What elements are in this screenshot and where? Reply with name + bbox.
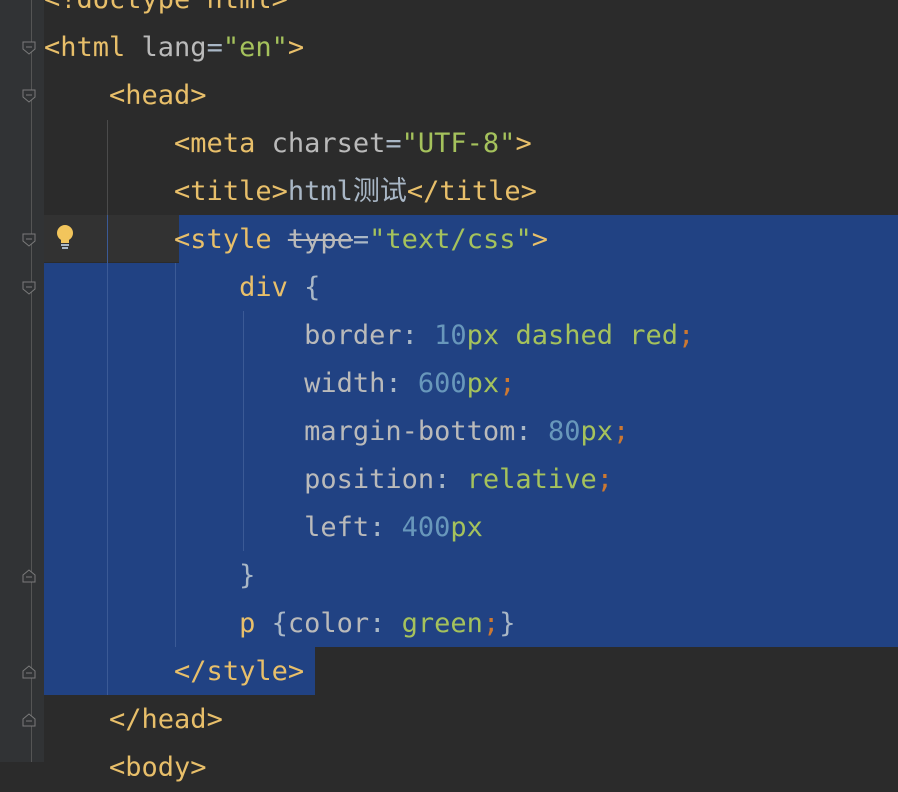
- code-token: "text/css": [369, 224, 532, 255]
- code-line[interactable]: position: relative;: [44, 456, 613, 504]
- code-token: ;: [612, 416, 630, 447]
- code-token: :: [434, 464, 467, 495]
- editor-gutter: [0, 0, 44, 762]
- fold-marker-icon[interactable]: [22, 41, 36, 55]
- code-line[interactable]: <body>: [44, 744, 207, 792]
- code-token: >: [531, 224, 548, 255]
- code-line[interactable]: left: 400px: [44, 504, 483, 552]
- code-line[interactable]: <meta charset="UTF-8">: [44, 120, 532, 168]
- code-token: <head>: [109, 80, 207, 111]
- code-token: position: [304, 464, 435, 495]
- fold-marker-icon[interactable]: [22, 233, 36, 247]
- fold-marker-icon[interactable]: [22, 665, 36, 679]
- code-line[interactable]: width: 600px;: [44, 360, 515, 408]
- code-token: p: [239, 608, 256, 639]
- code-line[interactable]: div {: [44, 264, 320, 312]
- code-token: <!doctype html>: [44, 0, 288, 15]
- code-line[interactable]: <title>html测试</title>: [44, 168, 537, 216]
- code-token: relative: [466, 464, 597, 495]
- code-token: :: [369, 512, 402, 543]
- code-line[interactable]: </style>: [44, 648, 304, 696]
- code-token: >: [287, 32, 305, 63]
- code-token: ;: [678, 320, 695, 351]
- code-token: 80: [547, 416, 581, 447]
- fold-marker-icon[interactable]: [22, 281, 36, 295]
- code-token: px: [450, 512, 483, 543]
- code-token: ;: [596, 464, 613, 495]
- code-token: px: [466, 368, 500, 399]
- code-token: lang: [125, 32, 207, 63]
- code-token: "UTF-8": [401, 128, 516, 159]
- code-token: html测试: [287, 176, 407, 207]
- code-line[interactable]: border: 10px dashed red;: [44, 312, 694, 360]
- code-token: type: [287, 224, 353, 255]
- code-token: >: [515, 128, 532, 159]
- code-token: </head>: [109, 704, 223, 735]
- code-token: </style>: [174, 656, 305, 687]
- code-token: "en": [222, 32, 288, 63]
- code-token: width: [304, 368, 386, 399]
- code-token: :: [385, 368, 418, 399]
- code-token: </title>: [406, 176, 537, 207]
- code-line[interactable]: <!doctype html>: [44, 0, 288, 24]
- fold-marker-icon[interactable]: [22, 89, 36, 103]
- code-line[interactable]: <head>: [44, 72, 207, 120]
- code-token: }: [499, 608, 516, 639]
- code-line[interactable]: margin-bottom: 80px;: [44, 408, 629, 456]
- code-token: div: [239, 272, 288, 303]
- code-line[interactable]: }: [44, 552, 255, 600]
- code-token: :: [401, 320, 435, 351]
- code-token: <meta: [174, 128, 256, 159]
- code-token: <html: [44, 32, 126, 63]
- code-line[interactable]: p {color: green;}: [44, 600, 515, 648]
- code-token: dashed red: [499, 320, 678, 351]
- code-line[interactable]: <html lang="en">: [44, 24, 304, 72]
- code-token: ;: [482, 608, 500, 639]
- code-token: {: [287, 272, 321, 303]
- code-token: :: [515, 416, 548, 447]
- code-token: border: [304, 320, 402, 351]
- code-token: 400: [401, 512, 451, 543]
- code-token: =: [385, 128, 402, 159]
- code-token: 600: [417, 368, 467, 399]
- code-token: <title>: [174, 176, 288, 207]
- code-token: }: [239, 560, 256, 591]
- code-token: <style: [174, 224, 272, 255]
- code-token: =: [206, 32, 223, 63]
- code-token: margin-bottom: [304, 416, 516, 447]
- code-line[interactable]: </head>: [44, 696, 223, 744]
- gutter-divider: [31, 0, 32, 762]
- code-token: =: [352, 224, 370, 255]
- fold-marker-icon[interactable]: [22, 713, 36, 727]
- code-token: px: [466, 320, 500, 351]
- code-token: 10: [434, 320, 467, 351]
- code-token: green: [401, 608, 483, 639]
- code-token: charset: [255, 128, 386, 159]
- code-token: ;: [499, 368, 516, 399]
- code-token: color: [287, 608, 370, 639]
- fold-marker-icon[interactable]: [22, 569, 36, 583]
- code-token: :: [369, 608, 402, 639]
- code-token: left: [304, 512, 370, 543]
- code-token: <body>: [109, 752, 207, 783]
- code-token: {: [255, 608, 288, 639]
- code-token: px: [580, 416, 613, 447]
- code-line[interactable]: <style type="text/css">: [44, 216, 548, 264]
